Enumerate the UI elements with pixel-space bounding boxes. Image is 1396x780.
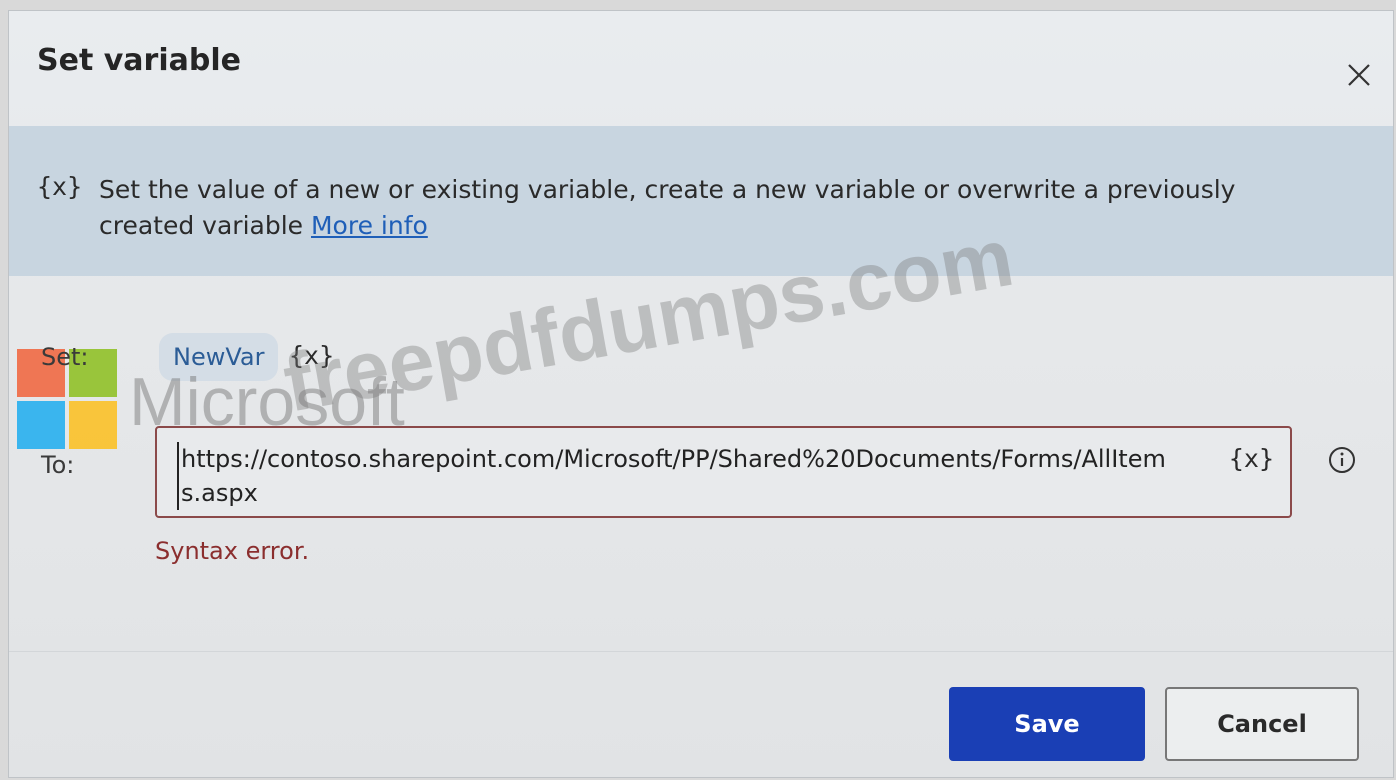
info-icon[interactable] [1327,445,1357,475]
to-variable-picker-icon[interactable]: {x} [1229,444,1274,473]
footer-divider [9,651,1393,652]
to-value-text[interactable]: https://contoso.sharepoint.com/Microsoft… [177,442,1181,510]
close-icon [1348,64,1370,86]
close-button[interactable] [1339,55,1379,95]
dialog-title: Set variable [37,43,241,78]
cancel-button[interactable]: Cancel [1165,687,1359,761]
description-banner: {x} Set the value of a new or existing v… [9,126,1393,276]
banner-description: Set the value of a new or existing varia… [99,172,1309,244]
syntax-error-message: Syntax error. [155,537,310,565]
set-label: Set: [41,343,89,371]
banner-description-text: Set the value of a new or existing varia… [99,175,1236,240]
more-info-link[interactable]: More info [311,211,428,240]
save-button[interactable]: Save [949,687,1145,761]
set-variable-dialog: Set variable {x} Set the value of a new … [8,10,1394,778]
variable-icon: {x} [37,172,83,201]
to-label: To: [41,451,75,479]
